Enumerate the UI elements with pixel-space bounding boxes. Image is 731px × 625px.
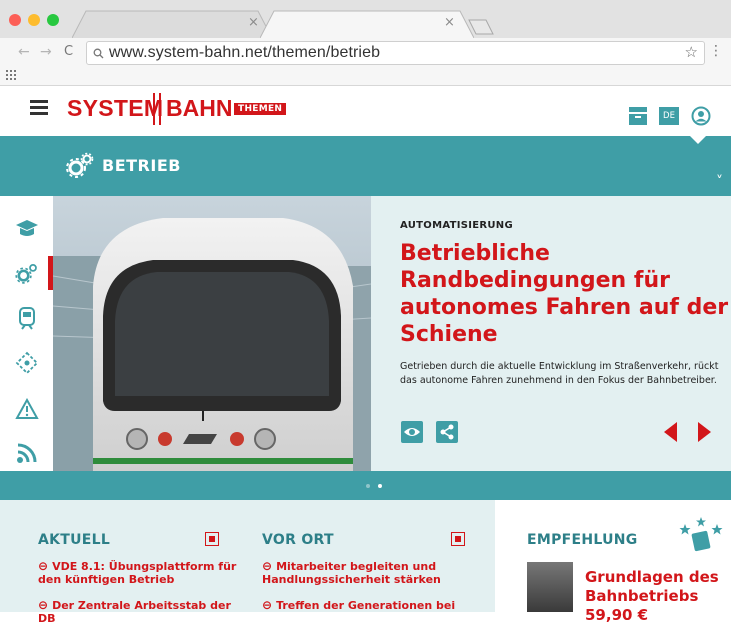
sidebar-item-betrieb[interactable] [0,250,53,296]
section-title: BETRIEB [102,156,181,175]
hero-image[interactable] [53,196,371,471]
user-account-icon[interactable] [691,106,711,126]
close-window-button[interactable] [9,14,21,26]
gears-icon [66,152,94,178]
book-cover-image[interactable] [527,562,573,612]
eye-icon [404,428,420,436]
link-icon: ⊖ [38,598,49,612]
address-url[interactable]: www.system-bahn.net/themen/betrieb [109,44,380,62]
book-stars-icon [679,517,723,552]
sidebar-item-bildung[interactable] [0,206,53,252]
slider-dot-active[interactable] [378,484,382,488]
hamburger-menu-icon[interactable] [30,100,48,116]
browser-tab-active[interactable]: × [260,10,474,38]
news-link[interactable]: ⊖ Treffen der Generationen bei [262,598,462,613]
empfehlung-title: EMPFEHLUNG [527,532,638,548]
browser-tab-1[interactable]: × [72,10,272,38]
train-icon [18,307,35,330]
site-header: SYSTEM BAHN THEMEN DE [0,86,731,210]
minimize-window-button[interactable] [28,14,40,26]
browser-toolbar: ← → C www.system-bahn.net/themen/betrieb… [0,38,731,68]
link-icon: ⊖ [262,559,273,573]
header-notch [690,136,706,144]
language-switch[interactable]: DE [659,107,679,125]
section-band: BETRIEB ˅ [0,136,731,196]
recommendation-panel: EMPFEHLUNG Grundlagen des Bahnbetriebs 59… [495,500,731,624]
network-diamond-icon [15,351,38,375]
chevron-down-icon[interactable]: ˅ [716,174,723,190]
book-title[interactable]: Grundlagen des Bahnbetriebs 59,90 € [585,568,725,625]
graduation-cap-icon [15,220,38,236]
slider-dot[interactable] [366,484,370,488]
sidebar-item-rss[interactable] [0,430,53,476]
sidebar-item-fahrzeuge[interactable] [0,296,53,342]
gears-icon [14,264,37,284]
address-bar[interactable]: www.system-bahn.net/themen/betrieb ☆ [86,41,705,65]
browser-chrome: × × ← → C www.system-bahn.net/themen/bet… [0,0,731,86]
bookmarks-bar [0,68,731,86]
external-link-icon[interactable] [451,532,465,546]
book-price: 59,90 € [585,606,649,624]
logo-system-text: SYSTEM [67,95,164,121]
aktuell-title: AKTUELL [38,532,111,548]
view-button[interactable] [401,421,423,443]
next-slide-arrow-icon[interactable] [698,422,711,442]
logo-themen-badge: THEMEN [234,103,287,115]
hero-headline[interactable]: Betriebliche Randbedingungen für autonom… [400,240,730,348]
hero-text-panel: AUTOMATISIERUNG Betriebliche Randbedingu… [371,196,731,471]
logo-bahn-text: BAHN [166,95,233,121]
search-icon [93,48,104,59]
warning-triangle-icon [14,398,39,419]
share-button[interactable] [436,421,458,443]
tab-close-icon[interactable]: × [444,15,455,30]
link-icon: ⊖ [38,559,49,573]
vor-ort-title: VOR ORT [262,532,334,548]
news-link[interactable]: ⊖ Mitarbeiter begleiten und Handlungssich… [262,559,462,587]
hero-kicker: AUTOMATISIERUNG [400,220,513,231]
forward-button[interactable]: → [40,44,52,60]
rss-feed-icon [16,443,36,463]
maximize-window-button[interactable] [47,14,59,26]
apps-grid-icon[interactable] [6,70,16,80]
share-icon [440,424,454,440]
tab-close-icon[interactable]: × [248,15,259,30]
reload-button[interactable]: C [64,44,73,59]
sidebar-item-netz[interactable] [0,340,53,386]
bookmark-star-icon[interactable]: ☆ [685,43,698,61]
previous-slide-arrow-icon[interactable] [664,422,677,442]
external-link-icon[interactable] [205,532,219,546]
sidebar-item-sicherheit[interactable] [0,386,53,432]
back-button[interactable]: ← [18,44,30,60]
topic-sidebar [0,196,53,471]
new-tab-button[interactable] [468,19,494,35]
browser-menu-button[interactable]: ⋮ [709,43,723,59]
archive-icon[interactable] [628,106,648,126]
news-link[interactable]: ⊖ Der Zentrale Arbeitsstab der DB [38,599,248,625]
hero-teaser: Getrieben durch die aktuelle Entwicklung… [400,361,719,386]
slider-pagination-band [0,471,731,500]
tab-strip: × × [0,0,731,38]
news-link[interactable]: ⊖ VDE 8.1: Übungsplattform für den künfti… [38,559,238,587]
link-icon: ⊖ [262,598,273,612]
